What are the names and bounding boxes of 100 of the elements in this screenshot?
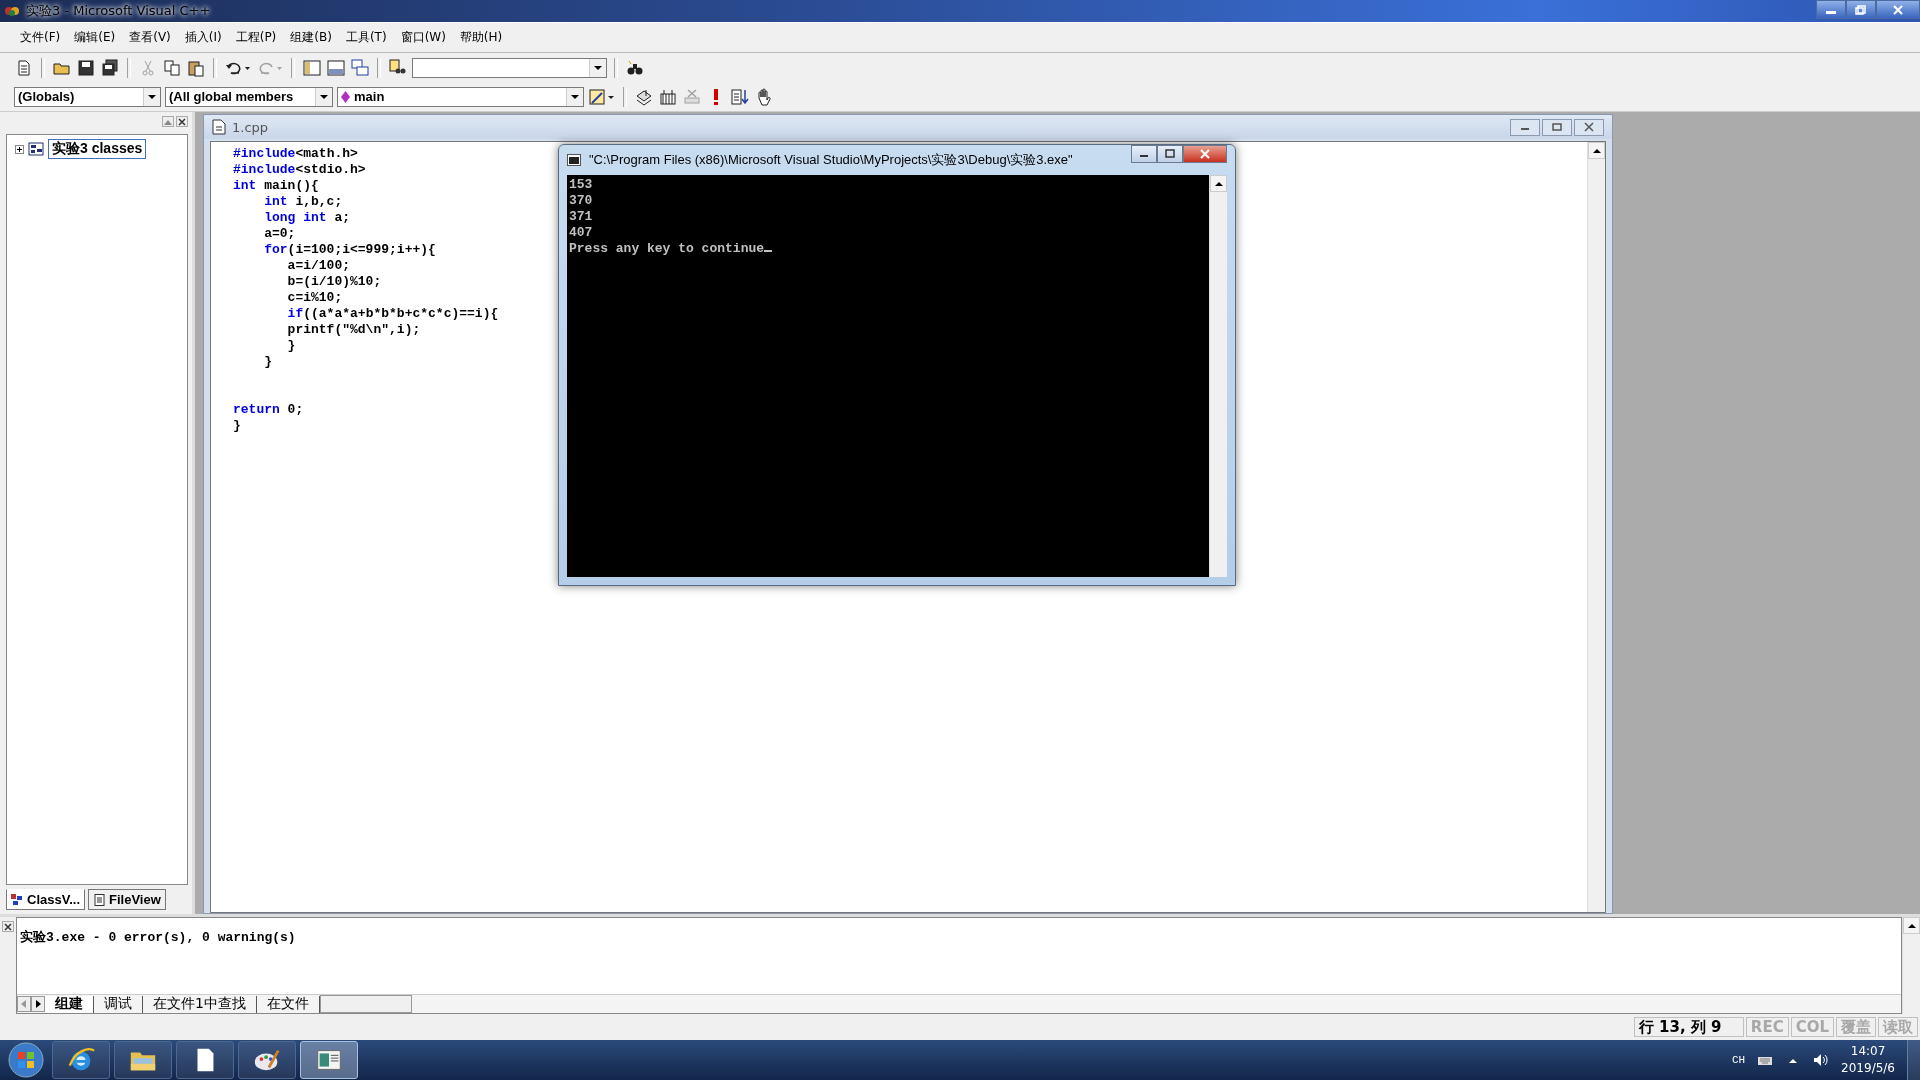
code-line: return 0; — [233, 402, 304, 418]
menu-item[interactable]: 工具(T) — [339, 26, 393, 49]
menu-item[interactable]: 工程(P) — [229, 26, 283, 49]
maximize-button[interactable] — [1542, 118, 1572, 136]
taskbar-button[interactable] — [238, 1041, 296, 1079]
dropdown[interactable]: (Globals) — [14, 86, 161, 107]
minimize-button[interactable] — [1816, 0, 1846, 19]
scroll-up-button[interactable] — [1588, 142, 1605, 159]
console-line: 371 — [569, 209, 593, 225]
maximize-icon — [1164, 149, 1176, 159]
caret-icon — [320, 93, 328, 100]
step-into-icon[interactable] — [730, 86, 750, 107]
clock-date[interactable]: 2019/5/6 — [1841, 1060, 1895, 1077]
wizard-icon[interactable] — [588, 86, 616, 107]
code-line: if((a*a*a+b*b*b+c*c*c)==i){ — [286, 306, 499, 322]
code-line: for(i=100;i<=999;i++){ — [263, 242, 436, 258]
close-icon — [1583, 122, 1595, 132]
dropdown[interactable]: main — [337, 86, 584, 107]
status-field: 读取 — [1878, 1017, 1918, 1037]
dropdown[interactable] — [412, 57, 607, 78]
code-line: } — [233, 418, 241, 434]
horizontal-scrollbar[interactable] — [319, 995, 412, 1013]
minimize-icon — [1826, 11, 1836, 14]
menu-item[interactable]: 文件(F) — [14, 26, 67, 49]
maximize-icon — [1551, 122, 1563, 132]
code-line: c=i%10; — [286, 290, 343, 306]
caret-icon — [571, 93, 579, 100]
language-indicator[interactable]: CH — [1731, 1054, 1746, 1066]
close-icon — [1199, 149, 1211, 159]
show-desktop-button[interactable] — [1907, 1040, 1920, 1080]
code-line: a=0; — [263, 226, 296, 242]
output-icon[interactable] — [326, 57, 346, 78]
tab[interactable]: 调试 — [94, 995, 143, 1013]
tab[interactable]: ClassV... — [6, 889, 85, 910]
window-title: "C:\Program Files (x86)\Microsoft Visual Studio\MyProjects\实验3\Debug\实验3.exe" — [589, 151, 1073, 169]
scroll-up-button[interactable] — [1903, 917, 1920, 934]
code-line: b=(i/10)%10; — [286, 274, 382, 290]
restore-button[interactable] — [1846, 0, 1876, 19]
close-button[interactable] — [1574, 118, 1604, 136]
menu-item[interactable]: 组建(B) — [284, 26, 338, 49]
status-field: COL — [1790, 1017, 1834, 1037]
caret-icon — [594, 64, 602, 71]
tab[interactable]: 组建 — [45, 995, 94, 1013]
maximize-button[interactable] — [1157, 145, 1183, 163]
menu-item[interactable]: 插入(I) — [178, 26, 228, 49]
console-icon — [567, 154, 581, 166]
document-title: 1.cpp — [232, 119, 269, 135]
menu-item[interactable]: 窗口(W) — [394, 26, 452, 49]
triangle-right-icon — [35, 1000, 41, 1008]
caret-icon — [148, 93, 156, 100]
close-icon — [1892, 4, 1904, 15]
tab[interactable]: FileView — [88, 889, 166, 910]
minimize-button[interactable] — [1510, 118, 1540, 136]
code-line: } — [263, 354, 272, 370]
close-button[interactable] — [1183, 145, 1227, 163]
windows-list-icon[interactable] — [350, 57, 370, 78]
taskbar-button[interactable] — [176, 1041, 234, 1079]
code-line: #include<stdio.h> — [233, 162, 366, 178]
triangle-up-icon — [1592, 147, 1601, 154]
close-icon — [4, 922, 12, 931]
document-icon — [212, 119, 226, 135]
save-icon[interactable] — [76, 57, 96, 78]
menu-item[interactable]: 查看(V) — [123, 26, 177, 49]
tab[interactable]: 在文件1中查找 — [143, 995, 257, 1013]
triangle-up-icon — [1214, 180, 1223, 187]
tab[interactable]: 在文件 — [256, 995, 320, 1013]
expand-icon[interactable] — [15, 144, 24, 154]
triangle-left-icon — [21, 1000, 27, 1008]
status-field: REC — [1745, 1017, 1789, 1037]
menu-item[interactable]: 帮助(H) — [453, 26, 509, 49]
triangle-up-icon — [1907, 922, 1916, 929]
close-button[interactable] — [176, 116, 188, 127]
close-icon — [178, 117, 186, 126]
status-field: 行 13, 列 9 — [1633, 1017, 1744, 1037]
clock-time[interactable]: 14:07 — [1850, 1043, 1886, 1060]
workspace-icon[interactable] — [302, 57, 322, 78]
console-line: 153 — [569, 177, 593, 193]
taskbar-button[interactable] — [114, 1041, 172, 1079]
code-line: } — [286, 338, 296, 354]
close-button[interactable] — [2, 921, 14, 932]
close-button[interactable] — [1876, 0, 1920, 19]
code-line: printf("%d\n",i); — [286, 322, 421, 338]
menu-item[interactable]: 编辑(E) — [68, 26, 122, 49]
scroll-right-button[interactable] — [31, 996, 45, 1012]
code-line: int main(){ — [233, 178, 319, 194]
classes-icon — [28, 142, 44, 156]
console-line: Press any key to continue — [569, 241, 773, 257]
speaker-icon[interactable] — [1813, 1053, 1830, 1067]
code-line: #include<math.h> — [233, 146, 358, 162]
minimize-button[interactable] — [1131, 145, 1157, 163]
vertical-scrollbar[interactable] — [1209, 175, 1227, 577]
console-line: 370 — [569, 193, 593, 209]
copy-icon[interactable] — [162, 57, 182, 78]
taskbar-button[interactable] — [52, 1041, 110, 1079]
save-all-icon[interactable] — [100, 57, 120, 78]
dropdown[interactable]: (All global members — [165, 86, 333, 107]
status-field: 覆盖 — [1836, 1017, 1876, 1037]
tree-item[interactable]: 实验3 classes — [48, 139, 147, 159]
code-line: a=i/100; — [286, 258, 351, 274]
app-icon — [4, 4, 20, 18]
